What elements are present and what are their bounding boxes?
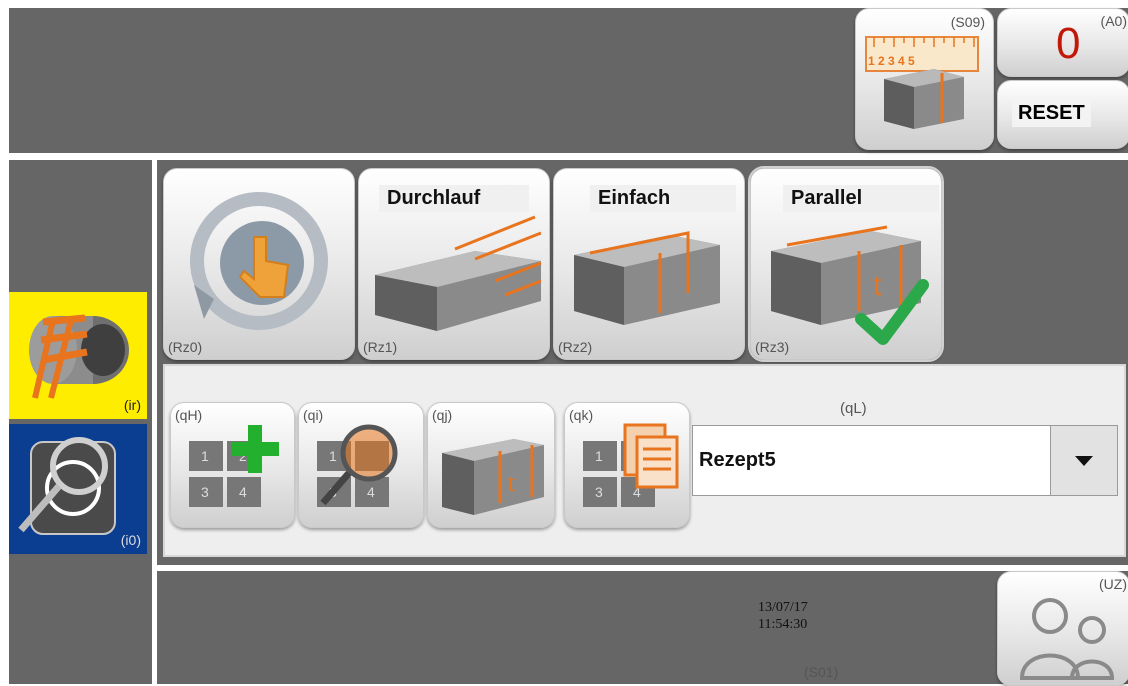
ruler-block-icon: 1 2 3 4 5 bbox=[865, 36, 979, 129]
recipe-parallel-code: (qj) bbox=[432, 407, 453, 423]
recipe-search-code: (qi) bbox=[303, 407, 324, 423]
chevron-down-icon bbox=[1075, 456, 1093, 466]
mode-title-einfach: Einfach bbox=[590, 185, 736, 212]
recipe-search-button[interactable]: (qi) 134 bbox=[298, 402, 424, 528]
copy-recipe-icon: 13 4 bbox=[583, 423, 679, 507]
reset-label: RESET bbox=[1012, 100, 1091, 127]
mode-code-rz1: (Rz1) bbox=[363, 339, 398, 355]
footer-time: 11:54:30 bbox=[758, 617, 808, 632]
mode-button-rz0[interactable]: (Rz0) bbox=[163, 168, 355, 360]
svg-text:4: 4 bbox=[367, 484, 375, 500]
mode-title-durchlauf: Durchlauf bbox=[379, 185, 529, 212]
pass-through-icon bbox=[375, 215, 542, 331]
users-icon bbox=[1019, 598, 1115, 680]
recipe-copy-button[interactable]: (qk) 134 bbox=[564, 402, 690, 528]
coil-mode-button[interactable]: (ir) bbox=[9, 292, 147, 419]
recipe-select-value: Rezept5 bbox=[699, 449, 776, 471]
left-column bbox=[9, 160, 152, 684]
parallel-block-icon: t bbox=[442, 439, 544, 515]
coil-mode-code: (ir) bbox=[123, 397, 141, 413]
single-strap-icon bbox=[574, 231, 720, 325]
counter-value: 0 bbox=[1056, 19, 1081, 68]
recipe-copy-code: (qk) bbox=[569, 407, 594, 423]
mode-code-rz0: (Rz0) bbox=[168, 339, 203, 355]
svg-text:4: 4 bbox=[239, 484, 247, 500]
svg-text:1: 1 bbox=[201, 448, 209, 464]
search-recipe-icon: 134 bbox=[317, 424, 398, 507]
parallel-strap-icon: t bbox=[771, 225, 929, 345]
user-button[interactable]: (UZ) bbox=[997, 571, 1128, 686]
svg-text:t: t bbox=[873, 266, 883, 303]
footer-date: 13/07/17 bbox=[758, 600, 808, 615]
mode-button-einfach[interactable]: Einfach (Rz2) bbox=[553, 168, 745, 360]
recipe-parallel-button[interactable]: (qj) t bbox=[427, 402, 555, 528]
bottom-bar bbox=[157, 571, 1128, 684]
scale-button-code: (S09) bbox=[950, 14, 985, 30]
counter-code: (A0) bbox=[1100, 13, 1127, 29]
svg-text:t: t bbox=[508, 468, 516, 497]
recipe-select[interactable]: Rezept5 bbox=[692, 425, 1118, 496]
scale-numbers: 1 2 3 4 5 bbox=[868, 54, 915, 68]
svg-text:3: 3 bbox=[595, 484, 603, 500]
coil-icon bbox=[29, 314, 129, 399]
mode-code-rz2: (Rz2) bbox=[558, 339, 593, 355]
reset-button[interactable]: RESET bbox=[997, 80, 1128, 149]
svg-text:1: 1 bbox=[329, 448, 337, 464]
mode-button-durchlauf[interactable]: Durchlauf (Rz1) bbox=[358, 168, 550, 360]
inspect-mode-code: (i0) bbox=[120, 532, 141, 548]
recipe-select-arrow[interactable] bbox=[1050, 426, 1117, 495]
scale-button[interactable]: (S09) 1 2 3 4 5 bbox=[855, 8, 994, 150]
recipe-add-code: (qH) bbox=[175, 407, 203, 423]
add-recipe-icon: 1234 bbox=[189, 425, 279, 507]
recipe-select-code: (qL) bbox=[840, 400, 867, 417]
recipe-add-button[interactable]: (qH) 1234 bbox=[170, 402, 295, 528]
reload-touch-icon bbox=[190, 192, 328, 330]
footer-status-code: (S01) bbox=[804, 664, 839, 680]
mode-button-parallel[interactable]: Parallel t (Rz3) bbox=[748, 166, 944, 362]
mode-title-parallel: Parallel bbox=[783, 185, 939, 212]
counter-display: (A0) 0 bbox=[997, 8, 1128, 77]
svg-text:3: 3 bbox=[201, 484, 209, 500]
mode-code-rz3: (Rz3) bbox=[755, 339, 790, 355]
inspect-mode-button[interactable]: (i0) bbox=[9, 424, 147, 554]
svg-text:1: 1 bbox=[595, 448, 603, 464]
